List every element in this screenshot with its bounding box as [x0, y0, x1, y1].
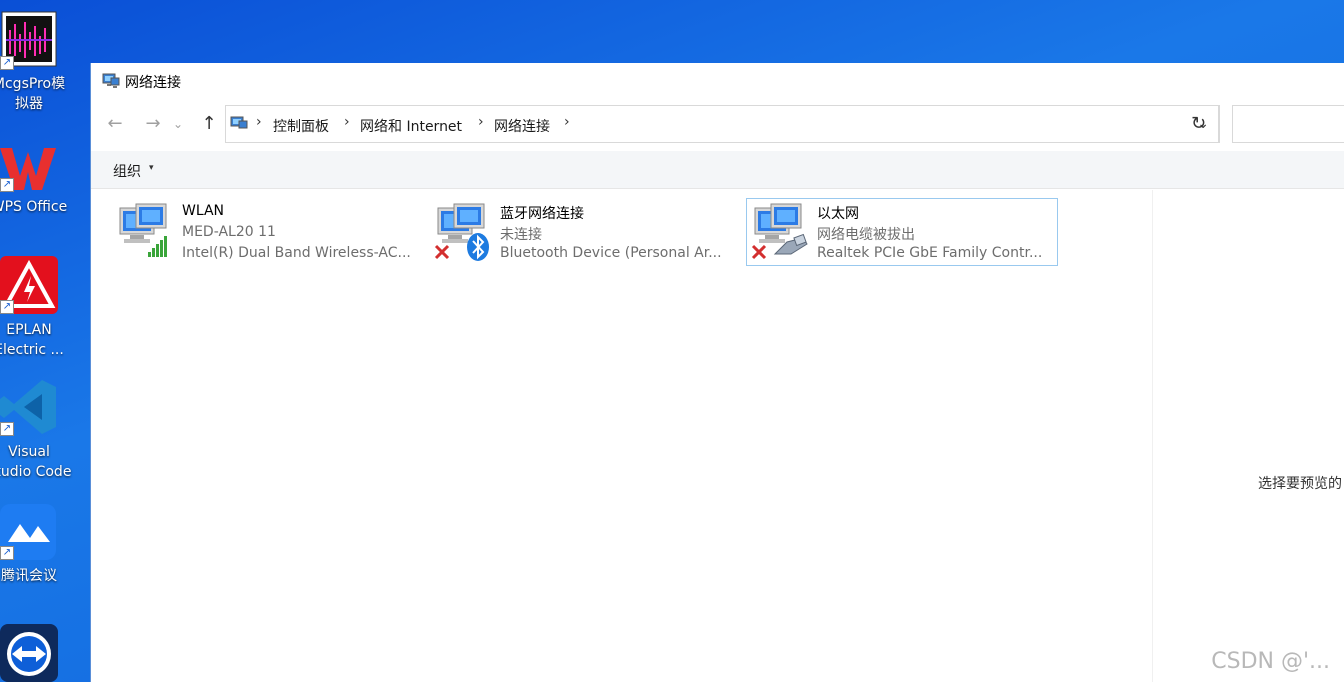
desktop: ↗ McgsPro模 拟器 ↗ WPS Office ↗ EPLAN Elect… [0, 0, 90, 682]
up-button[interactable]: ↑ [197, 112, 221, 136]
connection-status: 网络电缆被拔出 [817, 227, 915, 243]
bluetooth-icon [467, 233, 489, 261]
breadcrumb-control-panel[interactable]: 控制面板 [273, 116, 329, 136]
error-x-icon [751, 244, 767, 260]
breadcrumb-network-and-internet[interactable]: 网络和 Internet [360, 116, 462, 136]
back-button[interactable]: ← [103, 112, 127, 136]
navigation-bar: ← → ⌄ ↑ › 控制面板 › 网络和 Internet › 网络连接 › ⌄… [91, 99, 1344, 149]
refresh-button[interactable]: ↻ [1179, 105, 1219, 143]
connection-item-wlan[interactable]: WLAN MED-AL20 11 Intel(R) Dual Band Wire… [111, 198, 423, 266]
breadcrumb-separator[interactable]: › [478, 114, 484, 130]
ethernet-cable-icon [773, 233, 808, 255]
connections-list: WLAN MED-AL20 11 Intel(R) Dual Band Wire… [91, 190, 1152, 682]
network-adapter-icon [119, 203, 167, 257]
connection-device: Intel(R) Dual Band Wireless-AC... [182, 245, 411, 261]
title-bar[interactable]: 网络连接 [91, 63, 1344, 99]
breadcrumb-separator[interactable]: › [256, 114, 262, 130]
connection-device: Bluetooth Device (Personal Ar... [500, 245, 722, 261]
desktop-icon-label: 拟器 [15, 96, 43, 112]
connection-name: WLAN [182, 203, 225, 219]
shortcut-arrow-icon: ↗ [0, 422, 14, 436]
connection-item-ethernet[interactable]: 以太网 网络电缆被拔出 Realtek PCIe GbE Family Cont… [746, 198, 1058, 266]
window-title: 网络连接 [125, 75, 181, 91]
preview-hint: 选择要预览的 [1258, 476, 1342, 492]
breadcrumb-network-connections[interactable]: 网络连接 [494, 116, 550, 136]
network-adapter-icon [434, 203, 489, 261]
teamviewer-icon [0, 624, 58, 682]
desktop-icon-label: 腾讯会议 [1, 568, 57, 584]
desktop-icon-label: Electric ... [0, 342, 64, 358]
network-connections-window: 网络连接 ← → ⌄ ↑ › 控制面板 › 网络和 Internet › 网络连… [90, 63, 1344, 682]
desktop-icon-label: WPS Office [0, 199, 68, 215]
error-x-icon [434, 244, 450, 260]
network-adapter-icon [751, 203, 808, 260]
desktop-icon-label: Studio Code [0, 464, 72, 480]
breadcrumb-separator[interactable]: › [564, 114, 570, 130]
desktop-icon-label: Visual [8, 444, 50, 460]
watermark: CSDN @'... [1211, 649, 1330, 674]
command-bar: 组织 ▾ [91, 151, 1344, 189]
connection-status: MED-AL20 11 [182, 224, 276, 240]
breadcrumb-separator[interactable]: › [344, 114, 350, 130]
forward-button[interactable]: → [141, 112, 165, 136]
search-input[interactable] [1232, 105, 1344, 143]
shortcut-arrow-icon: ↗ [0, 546, 14, 560]
shortcut-arrow-icon: ↗ [0, 178, 14, 192]
signal-bars-icon [148, 236, 167, 257]
chevron-down-icon[interactable]: ▾ [149, 163, 154, 173]
shortcut-arrow-icon: ↗ [0, 56, 14, 70]
connection-status: 未连接 [500, 227, 542, 243]
network-connections-icon [230, 116, 248, 129]
address-bar[interactable]: › 控制面板 › 网络和 Internet › 网络连接 › ⌄ [225, 105, 1220, 143]
network-connections-icon [102, 73, 120, 88]
shortcut-arrow-icon: ↗ [0, 300, 14, 314]
desktop-icon-label: McgsPro模 [0, 76, 66, 92]
organize-menu-button[interactable]: 组织 [113, 161, 141, 181]
recent-locations-button[interactable]: ⌄ [171, 112, 185, 136]
connection-name: 以太网 [817, 206, 859, 222]
connection-item-bluetooth[interactable]: 蓝牙网络连接 未连接 Bluetooth Device (Personal Ar… [429, 198, 741, 266]
connection-device: Realtek PCIe GbE Family Contr... [817, 245, 1043, 261]
connection-name: 蓝牙网络连接 [500, 206, 584, 222]
desktop-icon-label: EPLAN [6, 322, 52, 338]
preview-pane: 选择要预览的 [1152, 190, 1344, 682]
